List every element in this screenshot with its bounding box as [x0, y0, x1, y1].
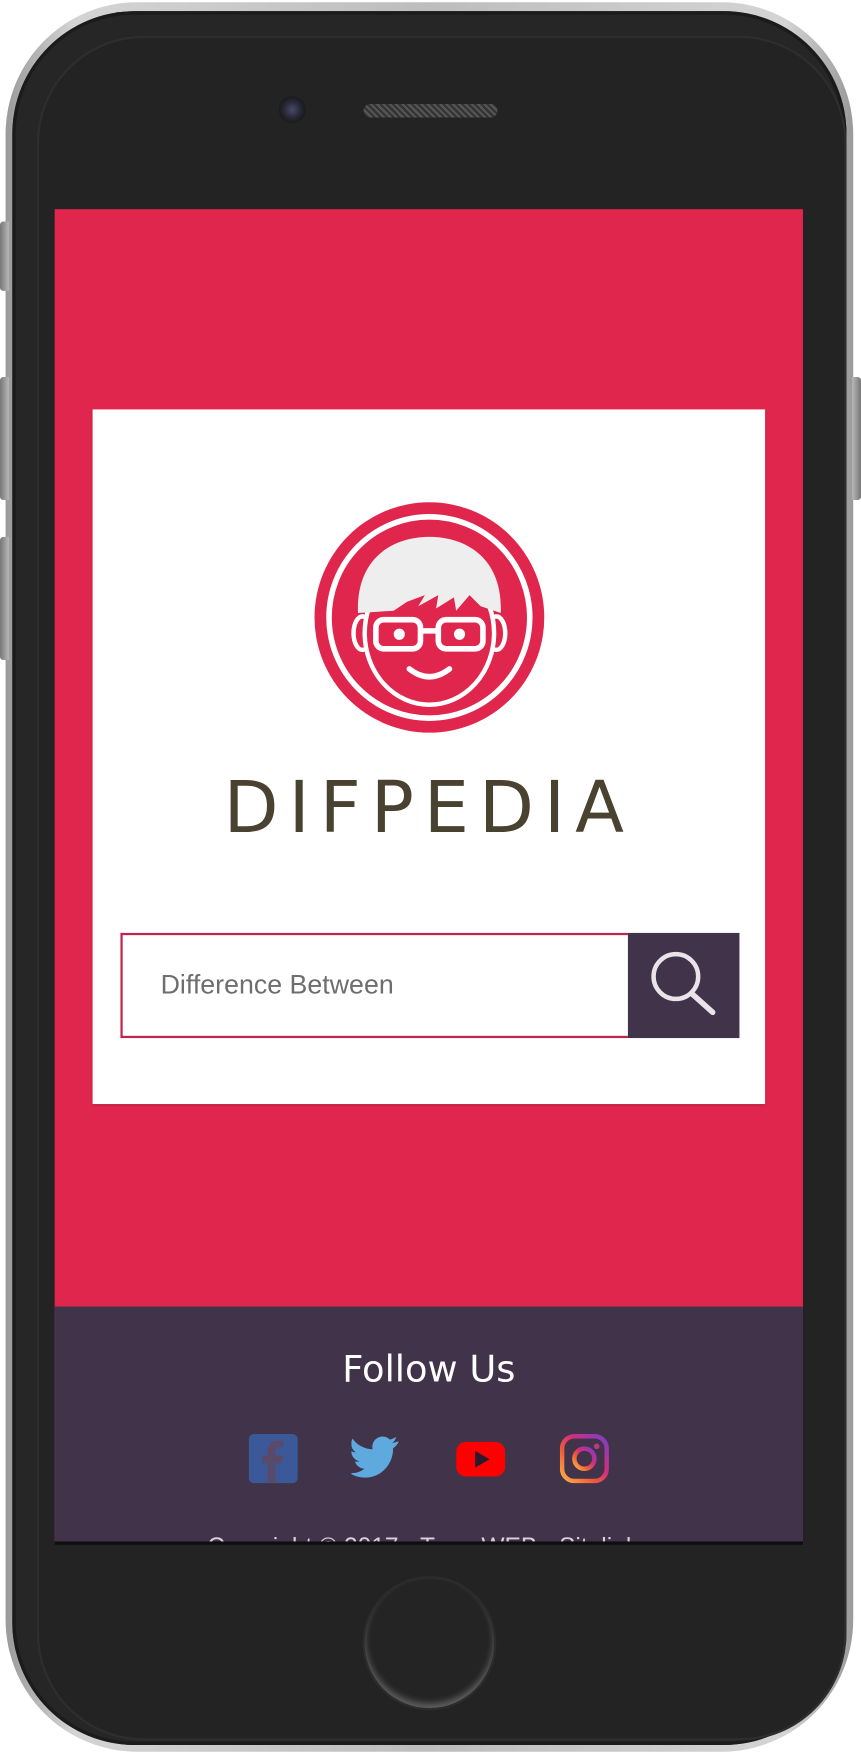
search-card: DIFPEDIA: [92, 409, 766, 1105]
follow-us-heading: Follow Us: [342, 1346, 516, 1391]
volume-down-button: [0, 536, 9, 660]
brand-title: DIFPEDIA: [223, 767, 635, 851]
device-mockup: DIFPEDIA Follow Us: [0, 0, 861, 1754]
site-footer: Follow Us: [54, 1306, 804, 1544]
volume-up-button: [0, 376, 9, 501]
youtube-icon[interactable]: [456, 1434, 506, 1483]
home-button[interactable]: [364, 1578, 495, 1709]
power-button: [852, 376, 861, 501]
search-input[interactable]: [120, 932, 628, 1039]
facebook-icon[interactable]: [248, 1434, 298, 1484]
front-camera: [278, 96, 306, 124]
difpedia-logo-icon: [314, 502, 545, 733]
screen-bottom-edge: [54, 1541, 804, 1545]
twitter-icon[interactable]: [351, 1434, 400, 1483]
social-links: [248, 1434, 613, 1485]
search-button[interactable]: [627, 932, 740, 1039]
mute-switch: [0, 221, 9, 291]
instagram-icon[interactable]: [559, 1434, 609, 1484]
search-icon: [651, 951, 716, 1016]
search-bar: [120, 932, 740, 1039]
phone-screen: DIFPEDIA Follow Us: [54, 209, 804, 1544]
earpiece-speaker: [363, 104, 498, 118]
